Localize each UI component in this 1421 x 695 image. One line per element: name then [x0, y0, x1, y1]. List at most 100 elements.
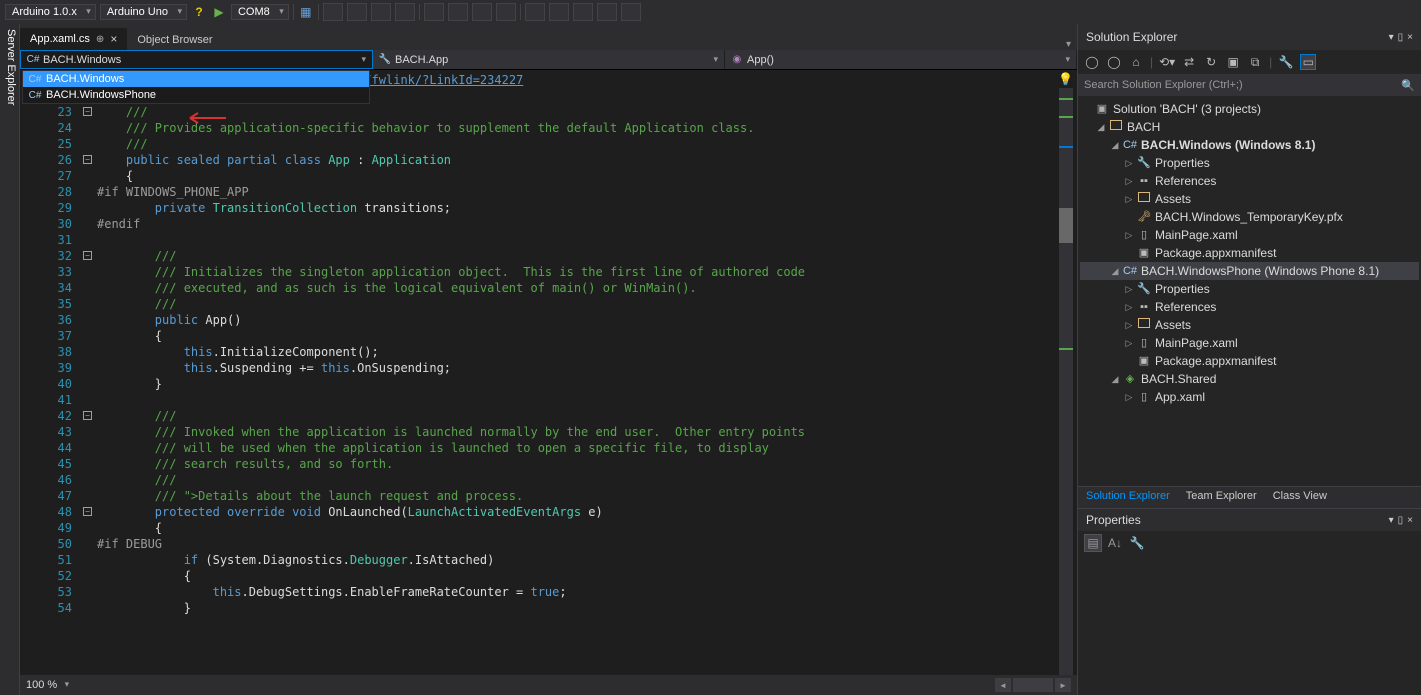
toolbar-button[interactable]: [573, 3, 593, 21]
categorized-icon[interactable]: ▤: [1084, 534, 1102, 552]
expand-icon[interactable]: ◢: [1108, 136, 1122, 154]
preview-icon[interactable]: ▭: [1300, 54, 1316, 70]
show-all-icon[interactable]: ⧉: [1247, 54, 1263, 70]
scrollbar-thumb[interactable]: [1059, 208, 1073, 243]
toolbar-button[interactable]: [371, 3, 391, 21]
server-explorer-tab[interactable]: Server Explorer: [0, 24, 20, 695]
window-position-icon[interactable]: ▾: [1389, 515, 1394, 526]
tree-file-node[interactable]: ▷▯MainPage.xaml: [1080, 334, 1419, 352]
upload-icon[interactable]: ▶: [211, 4, 227, 20]
tab-class-view[interactable]: Class View: [1265, 487, 1335, 508]
tree-file-node[interactable]: ▣Package.appxmanifest: [1080, 244, 1419, 262]
home-icon[interactable]: ⌂: [1128, 54, 1144, 70]
toolbar-button[interactable]: [525, 3, 545, 21]
nav-member-dropdown[interactable]: ◉ App(): [725, 50, 1077, 69]
scroll-left-button[interactable]: ◄: [995, 678, 1011, 692]
expand-icon[interactable]: ▷: [1122, 172, 1136, 190]
tree-solution-node[interactable]: ▣Solution 'BACH' (3 projects): [1080, 100, 1419, 118]
collapse-icon[interactable]: ▣: [1225, 54, 1241, 70]
tab-object-browser[interactable]: Object Browser: [127, 30, 222, 50]
expand-icon[interactable]: ▷: [1122, 334, 1136, 352]
toolbar-button[interactable]: [347, 3, 367, 21]
tree-properties-node[interactable]: ▷🔧Properties: [1080, 280, 1419, 298]
tree-references-node[interactable]: ▷▪▪References: [1080, 298, 1419, 316]
toolbar-button[interactable]: [549, 3, 569, 21]
navigation-bar: C# BACH.Windows 🔧 BACH.App ◉ App(): [20, 50, 1077, 70]
tree-project-node[interactable]: ◢C#BACH.WindowsPhone (Windows Phone 8.1): [1080, 262, 1419, 280]
com-port-dropdown[interactable]: COM8: [231, 4, 289, 20]
toolbar-button[interactable]: [424, 3, 444, 21]
tree-project-node[interactable]: ◢◈BACH.Shared: [1080, 370, 1419, 388]
expand-icon[interactable]: ◢: [1108, 262, 1122, 280]
toolbar-separator: [293, 4, 294, 20]
tree-folder-node[interactable]: ▷Assets: [1080, 316, 1419, 334]
toolbar-button[interactable]: [472, 3, 492, 21]
forward-icon[interactable]: ◯: [1106, 54, 1122, 70]
expand-icon[interactable]: ▷: [1122, 388, 1136, 406]
project-dropdown-list[interactable]: C# BACH.Windows C# BACH.WindowsPhone: [22, 70, 370, 104]
alphabetical-icon[interactable]: A↓: [1106, 534, 1124, 552]
dropdown-item-bach-windows[interactable]: C# BACH.Windows: [23, 71, 369, 87]
tree-file-node[interactable]: ▷▯App.xaml: [1080, 388, 1419, 406]
toolbar-button[interactable]: [323, 3, 343, 21]
back-icon[interactable]: ◯: [1084, 54, 1100, 70]
vertical-scrollbar[interactable]: [1059, 88, 1073, 675]
lightbulb-icon[interactable]: 💡: [1058, 72, 1073, 86]
tree-references-node[interactable]: ▷▪▪References: [1080, 172, 1419, 190]
expand-icon[interactable]: ▷: [1122, 280, 1136, 298]
solution-tree[interactable]: ▣Solution 'BACH' (3 projects) ◢BACH ◢C#B…: [1078, 96, 1421, 486]
expand-icon[interactable]: ▷: [1122, 190, 1136, 208]
tab-app-xaml-cs[interactable]: App.xaml.cs ⊕ ×: [20, 28, 127, 50]
property-pages-icon[interactable]: 🔧: [1128, 534, 1146, 552]
properties-icon[interactable]: 🔧: [1278, 54, 1294, 70]
search-icon[interactable]: 🔍: [1401, 79, 1415, 92]
expand-icon[interactable]: ▷: [1122, 316, 1136, 334]
toolbar-button[interactable]: [395, 3, 415, 21]
scroll-right-button[interactable]: ►: [1055, 678, 1071, 692]
arduino-version-dropdown[interactable]: Arduino 1.0.x: [5, 4, 96, 20]
code-editor[interactable]: 2223242526272829303132333435363738394041…: [20, 70, 1077, 675]
tree-properties-node[interactable]: ▷🔧Properties: [1080, 154, 1419, 172]
scope-icon[interactable]: ⇄: [1181, 54, 1197, 70]
expand-icon[interactable]: ▷: [1122, 298, 1136, 316]
tab-team-explorer[interactable]: Team Explorer: [1178, 487, 1265, 508]
tab-overflow-dropdown[interactable]: ▾: [1066, 39, 1077, 50]
properties-grid[interactable]: [1078, 555, 1421, 695]
auto-hide-icon[interactable]: ▯: [1398, 32, 1404, 43]
toolbar-button[interactable]: [621, 3, 641, 21]
tree-file-node[interactable]: 🗝BACH.Windows_TemporaryKey.pfx: [1080, 208, 1419, 226]
tree-folder-node[interactable]: ◢BACH: [1080, 118, 1419, 136]
serial-monitor-icon[interactable]: ▦: [298, 4, 314, 20]
refresh-icon[interactable]: ↻: [1203, 54, 1219, 70]
close-icon[interactable]: ×: [1407, 32, 1413, 43]
pin-icon[interactable]: ⊕: [96, 34, 104, 45]
expand-icon[interactable]: ◢: [1108, 370, 1122, 388]
solution-explorer-header: Solution Explorer ▾ ▯ ×: [1078, 24, 1421, 50]
tree-file-node[interactable]: ▷▯MainPage.xaml: [1080, 226, 1419, 244]
sync-icon[interactable]: ⟲▾: [1159, 54, 1175, 70]
expand-icon[interactable]: ◢: [1094, 118, 1108, 136]
nav-project-dropdown[interactable]: C# BACH.Windows: [20, 50, 373, 69]
code-text[interactable]: documented at http://go.microsoft.com/fw…: [95, 70, 1055, 675]
nav-class-dropdown[interactable]: 🔧 BACH.App: [373, 50, 725, 69]
close-icon[interactable]: ×: [1407, 515, 1413, 526]
auto-hide-icon[interactable]: ▯: [1398, 515, 1404, 526]
arduino-board-dropdown[interactable]: Arduino Uno: [100, 4, 187, 20]
help-icon[interactable]: ?: [191, 4, 207, 20]
tree-file-node[interactable]: ▣Package.appxmanifest: [1080, 352, 1419, 370]
horizontal-scrollbar[interactable]: [1013, 678, 1053, 692]
toolbar-button[interactable]: [496, 3, 516, 21]
expand-icon[interactable]: ▷: [1122, 154, 1136, 172]
dropdown-item-bach-windowsphone[interactable]: C# BACH.WindowsPhone: [23, 87, 369, 103]
zoom-level-dropdown[interactable]: 100 %: [26, 679, 69, 691]
close-icon[interactable]: ×: [110, 32, 117, 46]
tree-folder-node[interactable]: ▷Assets: [1080, 190, 1419, 208]
window-position-icon[interactable]: ▾: [1389, 32, 1394, 43]
fold-column[interactable]: −−−−−−: [80, 70, 95, 675]
toolbar-button[interactable]: [597, 3, 617, 21]
tree-project-node[interactable]: ◢C#BACH.Windows (Windows 8.1): [1080, 136, 1419, 154]
toolbar-button[interactable]: [448, 3, 468, 21]
tab-solution-explorer[interactable]: Solution Explorer: [1078, 487, 1178, 508]
solution-search-box[interactable]: Search Solution Explorer (Ctrl+;) 🔍: [1078, 74, 1421, 96]
expand-icon[interactable]: ▷: [1122, 226, 1136, 244]
